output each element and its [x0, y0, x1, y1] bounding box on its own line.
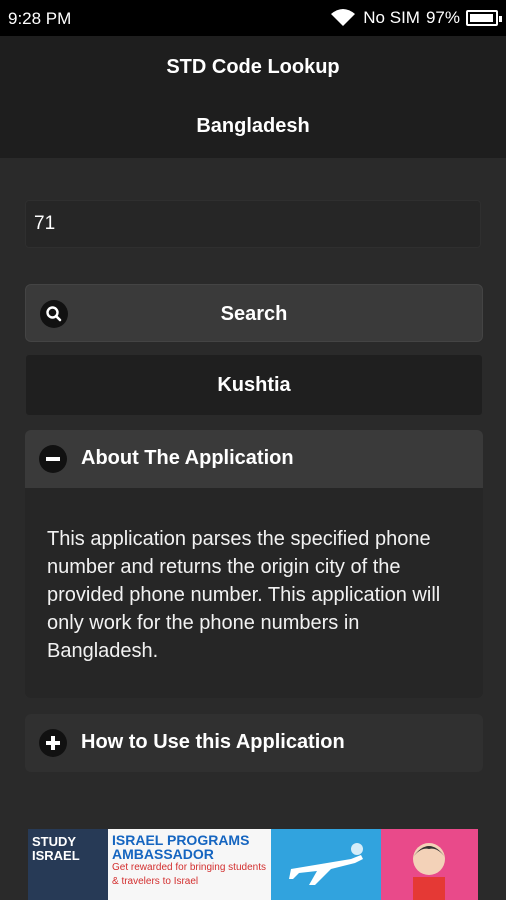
search-button-label: Search	[220, 303, 288, 325]
app-title: STD Code Lookup	[166, 56, 340, 78]
ad-airplane-image	[271, 829, 381, 900]
result-city: Kushtia	[217, 374, 291, 396]
plus-icon	[39, 729, 67, 757]
phone-number-input[interactable]: 71	[25, 200, 481, 248]
howto-section-title: How to Use this Application	[81, 731, 345, 753]
status-right: No SIM 97%	[329, 8, 502, 28]
carrier-label: No SIM	[363, 8, 420, 27]
status-time: 9:28 PM	[8, 9, 72, 28]
minus-icon	[39, 445, 67, 473]
about-section-content: This application parses the specified ph…	[25, 488, 483, 698]
about-section-toggle[interactable]: About The Application	[25, 430, 483, 488]
battery-percent: 97%	[425, 8, 460, 27]
ad-tagline: Get rewarded for bringing students & tra…	[112, 862, 266, 887]
ad-banner[interactable]: STUDY ISRAEL ISRAEL PROGRAMS AMBASSADOR …	[28, 829, 478, 900]
wifi-icon	[329, 8, 357, 28]
country-title: Bangladesh	[196, 115, 310, 137]
about-section-title: About The Application	[81, 447, 294, 469]
search-button[interactable]: Search	[25, 284, 483, 342]
app-header: STD Code Lookup Bangladesh	[0, 36, 506, 158]
howto-section-toggle[interactable]: How to Use this Application	[25, 714, 483, 772]
battery-fill	[470, 14, 493, 22]
ad-study-israel: STUDY ISRAEL	[28, 829, 108, 900]
ad-programs: ISRAEL PROGRAMS AMBASSADOR Get rewarded …	[108, 829, 271, 900]
about-description: This application parses the specified ph…	[47, 528, 441, 662]
ad-programs-title: ISRAEL PROGRAMS AMBASSADOR	[112, 832, 250, 862]
battery-icon	[466, 10, 502, 26]
ad-person-image	[381, 829, 478, 900]
result-box: Kushtia	[25, 354, 483, 416]
status-bar: 9:28 PM No SIM 97%	[0, 0, 506, 36]
